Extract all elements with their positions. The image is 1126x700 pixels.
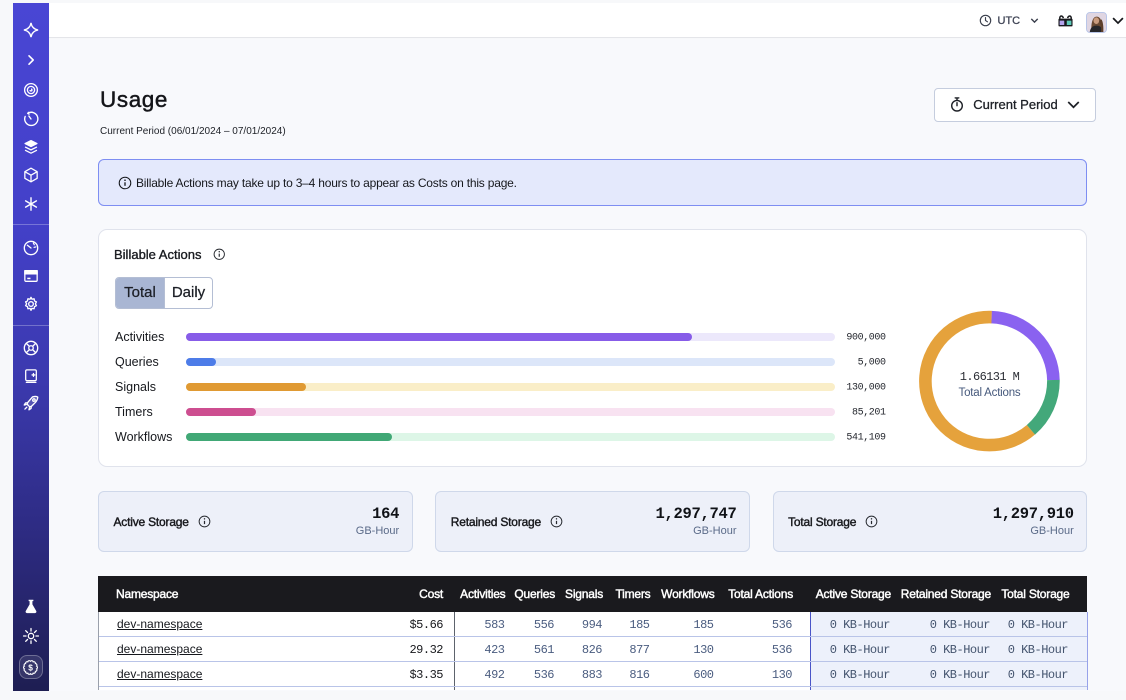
svg-text:$: $ xyxy=(28,663,33,672)
